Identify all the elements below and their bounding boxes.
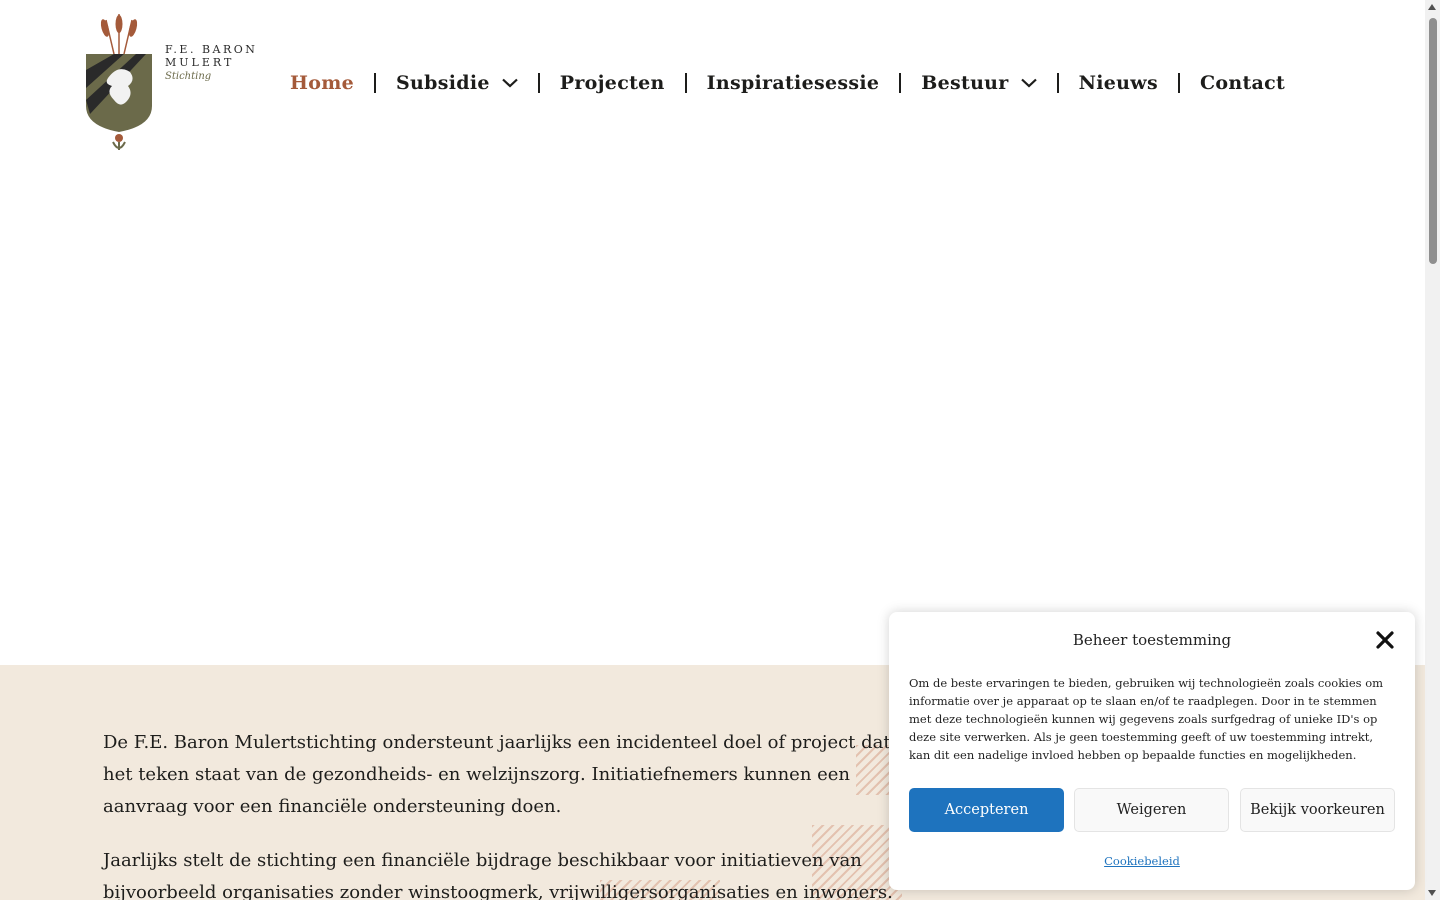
nav-label: Inspiratiesessie: [706, 72, 880, 94]
nav-label: Contact: [1199, 72, 1286, 94]
cookie-consent-dialog: Beheer toestemming Om de beste ervaringe…: [889, 612, 1415, 890]
nav-item-projecten[interactable]: Projecten: [560, 72, 665, 94]
accept-button[interactable]: Accepteren: [909, 788, 1064, 832]
logo-line-3: Stichting: [165, 71, 212, 82]
nav-divider: [684, 73, 687, 93]
nav-divider: [374, 73, 377, 93]
nav-item-subsidie[interactable]: Subsidie: [396, 72, 518, 94]
scroll-thumb[interactable]: [1429, 18, 1437, 264]
close-icon[interactable]: [1375, 630, 1395, 650]
nav-item-nieuws[interactable]: Nieuws: [1079, 72, 1158, 94]
site-logo[interactable]: F.E. BARON MULERT Stichting: [84, 14, 264, 152]
nav-divider: [1056, 73, 1059, 93]
nav-item-contact[interactable]: Contact: [1200, 72, 1285, 94]
chevron-down-icon[interactable]: [502, 78, 518, 88]
nav-label: Projecten: [559, 72, 665, 94]
cookie-policy-link[interactable]: Cookiebeleid: [889, 854, 1395, 868]
nav-item-inspiratiesessie[interactable]: Inspiratiesessie: [707, 72, 880, 94]
logo-wordmark: F.E. BARON MULERT Stichting: [165, 44, 257, 85]
nav-item-bestuur[interactable]: Bestuur: [921, 72, 1037, 94]
site-header: F.E. BARON MULERT Stichting Home Subsidi…: [0, 0, 1425, 165]
nav-divider: [1177, 73, 1180, 93]
nav-item-home[interactable]: Home: [290, 72, 354, 94]
main-nav: Home Subsidie Projecten Inspiratiesessie…: [290, 66, 1285, 100]
view-preferences-button[interactable]: Bekijk voorkeuren: [1240, 788, 1395, 832]
intro-paragraph-1: De F.E. Baron Mulertstichting ondersteun…: [103, 732, 914, 817]
nav-label: Bestuur: [921, 72, 1009, 94]
page-scrollbar[interactable]: [1425, 0, 1440, 900]
nav-label: Nieuws: [1078, 72, 1158, 94]
scroll-up-arrow[interactable]: [1428, 4, 1436, 10]
logo-line-2: MULERT: [165, 56, 235, 69]
nav-divider: [899, 73, 902, 93]
nav-label: Subsidie: [396, 72, 490, 94]
logo-line-1: F.E. BARON: [165, 43, 258, 56]
scroll-down-arrow[interactable]: [1428, 890, 1436, 896]
cookie-dialog-text: Om de beste ervaringen te bieden, gebrui…: [909, 676, 1384, 762]
cookie-dialog-title: Beheer toestemming: [1072, 631, 1232, 649]
nav-label: Home: [290, 72, 355, 94]
crest-icon: [86, 14, 152, 150]
deny-button[interactable]: Weigeren: [1074, 788, 1229, 832]
chevron-down-icon[interactable]: [1020, 78, 1037, 88]
nav-divider: [537, 73, 540, 93]
intro-paragraph-2: Jaarlijks stelt de stichting een financi…: [103, 850, 893, 900]
